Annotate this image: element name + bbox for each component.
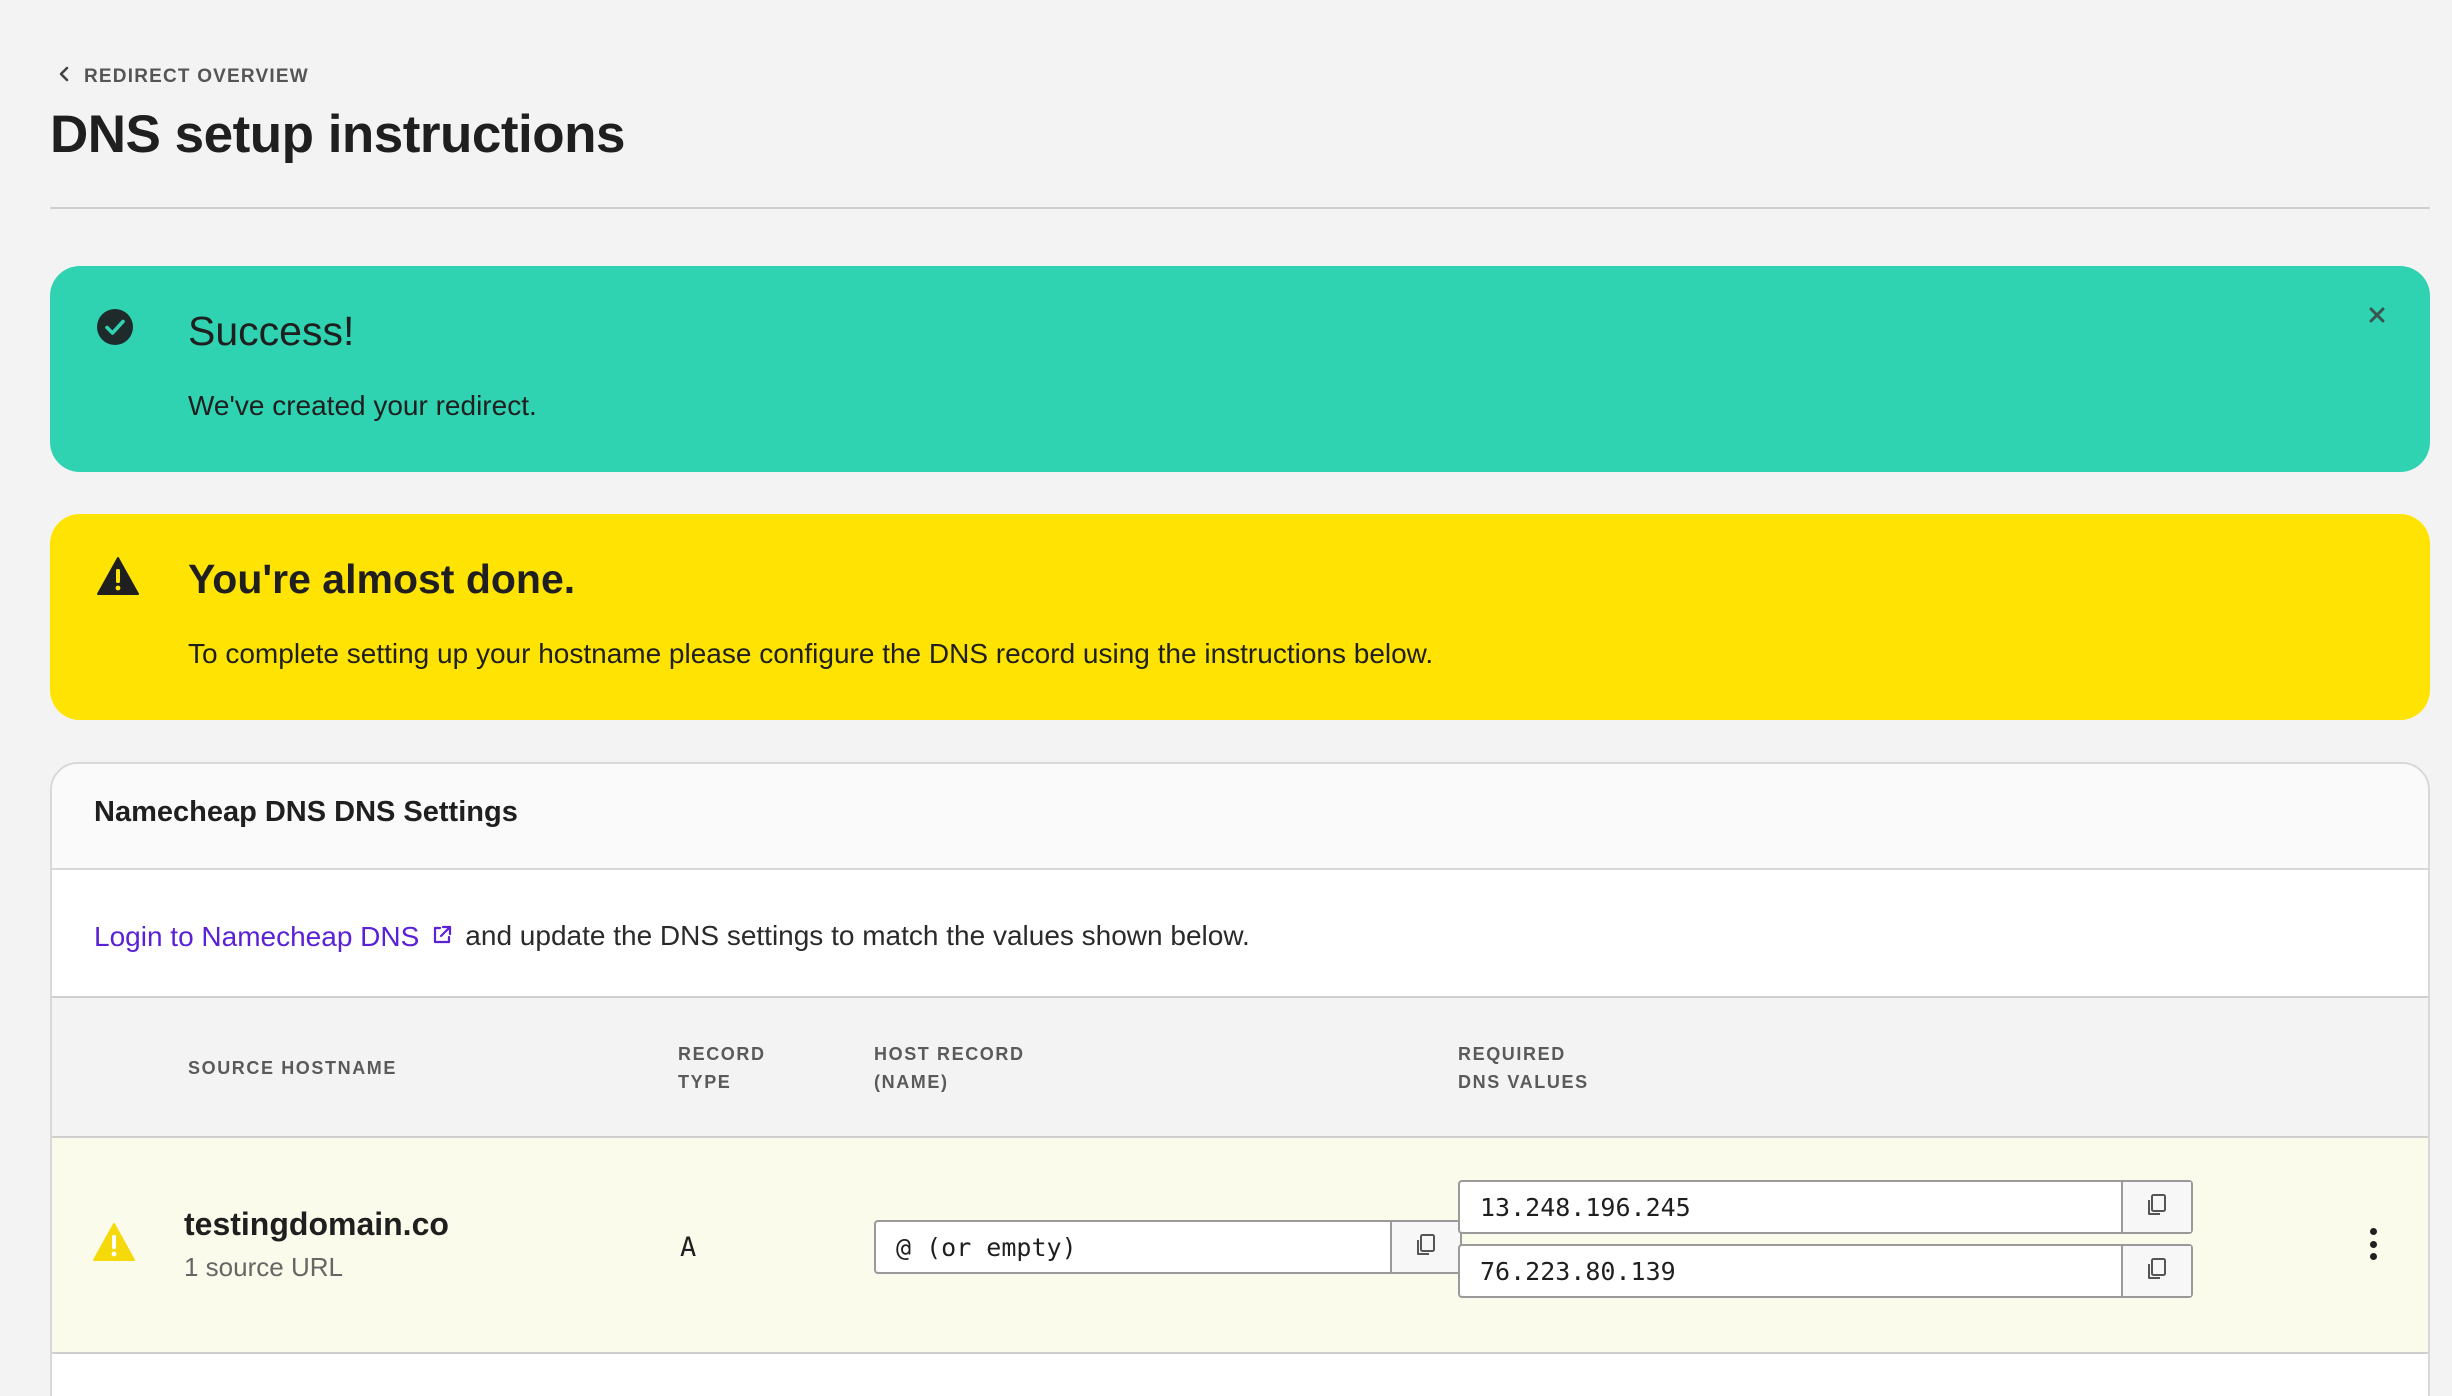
warning-banner-title: You're almost done. [188,556,576,602]
host-record-value[interactable]: @ (or empty) [876,1222,1390,1272]
source-hostname: testingdomain.co [184,1206,449,1242]
external-link-icon [431,920,453,953]
success-banner: Success! We've created your redirect. [50,266,2430,472]
column-header-host-record: HOST RECORD (NAME) [874,1040,1025,1096]
column-header-record-type: RECORD TYPE [678,1040,766,1096]
column-header-dns-values-line2: DNS VALUES [1458,1072,1589,1092]
column-header-record-type-line2: TYPE [678,1072,732,1092]
login-namecheap-link[interactable]: Login to Namecheap DNS [94,920,453,953]
dns-table-header: SOURCE HOSTNAME RECORD TYPE HOST RECORD … [52,998,2428,1138]
back-link-label: REDIRECT OVERVIEW [84,66,309,87]
warning-triangle-icon [92,1222,136,1262]
dns-settings-card: Namecheap DNS DNS Settings Login to Name… [50,762,2430,1396]
login-link-label: Login to Namecheap DNS [94,920,420,952]
warning-triangle-icon [96,556,140,596]
copy-icon [1413,1232,1439,1263]
column-header-source-hostname: SOURCE HOSTNAME [188,1058,398,1078]
warning-banner-message: To complete setting up your hostname ple… [188,638,1434,669]
back-link-redirect-overview[interactable]: REDIRECT OVERVIEW [56,66,309,88]
copy-dns-value-1-button[interactable] [2121,1182,2191,1232]
success-banner-title: Success! [188,308,355,354]
source-url-count: 1 source URL [184,1252,343,1282]
copy-icon [2144,1192,2170,1223]
dns-value-field-1: 13.248.196.245 [1458,1180,2193,1234]
dns-card-intro-text: and update the DNS settings to match the… [465,920,1250,951]
copy-dns-value-2-button[interactable] [2121,1246,2191,1296]
dns-value-field-2: 76.223.80.139 [1458,1244,2193,1298]
warning-banner: You're almost done. To complete setting … [50,514,2430,720]
chevron-left-icon [56,66,72,88]
host-record-field: @ (or empty) [874,1220,1462,1274]
column-header-record-type-line1: RECORD [678,1044,766,1064]
page: REDIRECT OVERVIEW DNS setup instructions… [0,0,2452,1396]
check-circle-icon [96,308,134,346]
record-type-value: A [680,1232,697,1263]
dns-card-title: Namecheap DNS DNS Settings [52,764,2428,870]
title-divider [50,207,2430,209]
column-header-dns-values-line1: REQUIRED [1458,1044,1566,1064]
success-banner-message: We've created your redirect. [188,390,537,421]
dns-value-1[interactable]: 13.248.196.245 [1460,1182,2121,1232]
column-header-required-dns-values: REQUIRED DNS VALUES [1458,1040,1589,1096]
dns-value-2[interactable]: 76.223.80.139 [1460,1246,2121,1296]
close-icon[interactable] [2362,300,2392,330]
page-title: DNS setup instructions [50,105,626,164]
row-more-options-icon[interactable] [2358,1222,2388,1266]
copy-icon [2144,1256,2170,1287]
copy-host-record-button[interactable] [1390,1222,1460,1272]
table-row: testingdomain.co 1 source URL A @ (or em… [52,1138,2428,1354]
dns-card-intro: Login to Namecheap DNS and update the DN… [52,870,2428,998]
column-header-host-record-line1: HOST RECORD [874,1044,1025,1064]
column-header-host-record-line2: (NAME) [874,1072,949,1092]
